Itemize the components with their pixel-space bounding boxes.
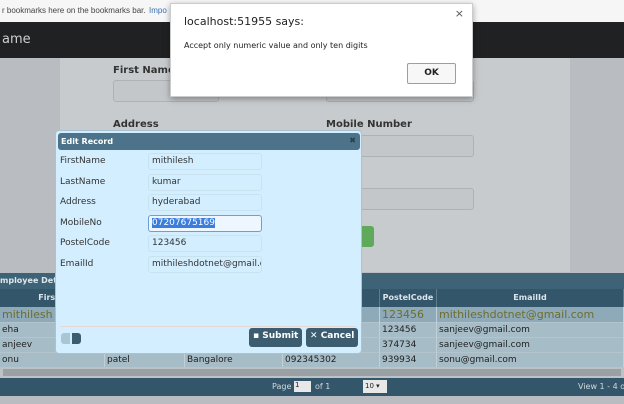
- cell-postal: 374734: [380, 338, 437, 353]
- divider: [60, 326, 356, 327]
- edit-record-dialog: Edit Record ✖ FirstName mithilesh LastName k…: [55, 130, 362, 354]
- field-label: PostelCode: [60, 238, 110, 248]
- mobileno-input[interactable]: 07207675169: [148, 214, 262, 232]
- close-icon[interactable]: ✖: [349, 136, 356, 145]
- submit-button[interactable]: ▪ Submit: [249, 328, 303, 347]
- emailid-input[interactable]: mithileshdotnet@gmail.co: [148, 255, 262, 273]
- column-header-emailid[interactable]: EmailId: [437, 289, 624, 307]
- view-records: View 1 - 4 of: [578, 382, 624, 391]
- horizontal-scrollbar[interactable]: [0, 367, 624, 378]
- table-row[interactable]: onu patel Bangalore 092345302 939934 sonu@gma…: [0, 353, 624, 368]
- cell-email: sanjeev@gmail.com: [437, 323, 624, 338]
- ok-button[interactable]: OK: [407, 63, 456, 84]
- address-input[interactable]: hyderabad: [148, 194, 262, 211]
- page-size-select[interactable]: 10 ▾: [363, 380, 387, 393]
- cell-postal: 939934: [380, 353, 437, 368]
- first-name-label: First Name: [113, 65, 175, 76]
- alert-title: localhost:51955 says:: [184, 15, 304, 28]
- next-record-icon[interactable]: [72, 333, 81, 344]
- lastname-input[interactable]: kumar: [148, 173, 262, 191]
- field-label: LastName: [60, 176, 106, 187]
- prev-record-icon[interactable]: [61, 333, 70, 344]
- import-bookmarks-link[interactable]: Impo: [149, 6, 167, 15]
- cell-first: onu: [0, 353, 105, 368]
- close-icon[interactable]: ×: [455, 7, 464, 20]
- cell-email: mithileshdotnet@gmail.com: [437, 307, 624, 323]
- column-header-postelcode[interactable]: PostelCode: [380, 289, 437, 307]
- cell-email: sonu@gmail.com: [437, 353, 624, 368]
- cancel-icon: ✕: [310, 331, 321, 341]
- bookmarks-hint: r bookmarks here on the bookmarks bar.: [2, 6, 146, 15]
- page-count: of 1: [315, 382, 331, 391]
- firstname-input[interactable]: mithilesh: [148, 153, 262, 170]
- field-label: Address: [60, 197, 96, 207]
- field-label: FirstName: [60, 156, 106, 166]
- alert-message: Accept only numeric value and only ten d…: [184, 41, 368, 50]
- page-label: Page: [272, 382, 292, 391]
- grid-pager: Page 1 of 1 10 ▾ View 1 - 4 of: [0, 378, 624, 396]
- postelcode-input[interactable]: 123456: [148, 235, 262, 252]
- cell-email: sanjeev@gmail.com: [437, 338, 624, 353]
- cell-postal: 123456: [380, 323, 437, 338]
- address-label: Address: [113, 119, 159, 130]
- cell-mobile: 092345302: [283, 353, 380, 368]
- mobile-label: Mobile Number: [326, 119, 412, 130]
- dialog-titlebar[interactable]: Edit Record ✖: [58, 133, 360, 150]
- cell-last: patel: [105, 353, 185, 368]
- cancel-button[interactable]: ✕ Cancel: [306, 328, 359, 347]
- cell-postal: 123456: [380, 307, 437, 323]
- dialog-title: Edit Record: [61, 137, 114, 146]
- alert-dialog: localhost:51955 says: × Accept only nume…: [170, 3, 473, 97]
- app-title: ame: [2, 32, 31, 47]
- field-label: MobileNo: [60, 217, 102, 228]
- page-input[interactable]: 1: [294, 381, 311, 392]
- field-label: EmailId: [60, 258, 94, 269]
- save-button[interactable]: [362, 226, 374, 247]
- cell-address: Bangalore: [185, 353, 283, 368]
- save-icon: ▪: [253, 331, 263, 341]
